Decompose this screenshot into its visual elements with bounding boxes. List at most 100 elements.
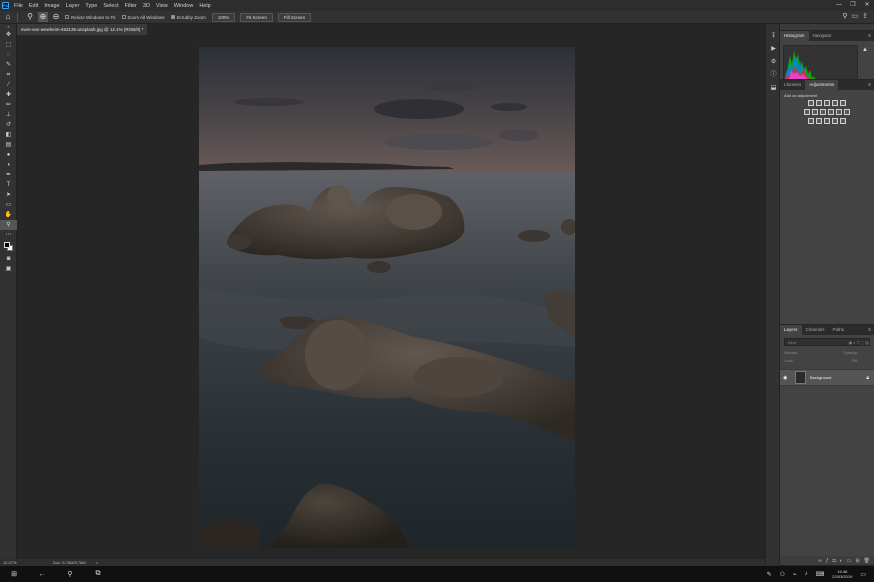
quick-select-tool-icon[interactable]: ✎ bbox=[0, 60, 17, 70]
clock[interactable]: 15:48 22/03/2019 bbox=[832, 569, 852, 579]
blur-tool-icon[interactable]: ● bbox=[0, 150, 17, 160]
tab-layers[interactable]: Layers bbox=[780, 325, 802, 335]
crop-tool-icon[interactable]: ⌗ bbox=[0, 70, 17, 80]
eraser-tool-icon[interactable]: ◧ bbox=[0, 130, 17, 140]
hue-saturation-icon[interactable] bbox=[804, 109, 810, 115]
add-mask-icon[interactable]: ◘ bbox=[833, 558, 836, 564]
blend-mode-select[interactable]: Normal bbox=[784, 349, 797, 357]
new-group-icon[interactable]: ▭ bbox=[847, 558, 852, 564]
fx-icon[interactable]: ƒ bbox=[826, 558, 829, 564]
delete-layer-icon[interactable]: 🗑︎ bbox=[864, 558, 870, 564]
search-icon[interactable]: ⚲ bbox=[842, 12, 847, 20]
menu-layer[interactable]: Layer bbox=[63, 3, 83, 9]
zoom-all-windows-checkbox[interactable]: Zoom All Windows bbox=[121, 15, 165, 20]
link-layers-icon[interactable]: ∞ bbox=[818, 558, 822, 564]
dodge-tool-icon[interactable]: ◖ bbox=[0, 160, 17, 170]
path-selection-tool-icon[interactable]: ➤ bbox=[0, 190, 17, 200]
screen-mode-icon[interactable]: ▣ bbox=[0, 264, 17, 274]
people-icon[interactable]: ⚇ bbox=[780, 571, 785, 578]
start-icon[interactable]: ⊞ bbox=[0, 570, 28, 578]
tab-adjustments[interactable]: Adjustments bbox=[805, 80, 839, 90]
menu-type[interactable]: Type bbox=[82, 3, 100, 9]
new-layer-icon[interactable]: ⊞ bbox=[855, 558, 859, 564]
properties-icon[interactable]: ⚙ bbox=[766, 56, 781, 69]
zoom-level[interactable]: 12.27% bbox=[3, 560, 33, 565]
menu-filter[interactable]: Filter bbox=[122, 3, 140, 9]
notifications-icon[interactable]: ▭ bbox=[860, 571, 866, 578]
network-icon[interactable]: ⌁ bbox=[793, 571, 797, 578]
fit-screen-button[interactable]: Fit Screen bbox=[240, 12, 273, 22]
color-balance-icon[interactable] bbox=[812, 109, 818, 115]
menu-help[interactable]: Help bbox=[196, 3, 213, 9]
resize-windows-checkbox[interactable]: Resize Windows to Fit bbox=[65, 15, 116, 20]
menu-window[interactable]: Window bbox=[171, 3, 197, 9]
exposure-icon[interactable] bbox=[832, 100, 838, 106]
curves-icon[interactable] bbox=[824, 100, 830, 106]
vibrance-icon[interactable] bbox=[840, 100, 846, 106]
brush-tool-icon[interactable]: ✏ bbox=[0, 100, 17, 110]
keyboard-icon[interactable]: ⌨ bbox=[816, 571, 825, 578]
history-icon[interactable]: ↧ bbox=[766, 30, 781, 43]
menu-image[interactable]: Image bbox=[41, 3, 62, 9]
lasso-tool-icon[interactable]: ◌ bbox=[0, 50, 17, 60]
menu-view[interactable]: View bbox=[153, 3, 171, 9]
workspace-icon[interactable]: ▭ bbox=[852, 12, 859, 20]
panel-menu-icon[interactable]: ≡ bbox=[868, 80, 871, 90]
new-adjustment-icon[interactable]: ◐ bbox=[840, 558, 843, 564]
pen-tool-icon[interactable]: ✒ bbox=[0, 170, 17, 180]
lock-icon[interactable]: 🔒︎ bbox=[866, 375, 869, 381]
glyphs-icon[interactable]: ⬓ bbox=[766, 82, 781, 95]
foreground-color-swatch[interactable] bbox=[4, 242, 10, 248]
shape-tool-icon[interactable]: ▭ bbox=[0, 200, 17, 210]
brightness-contrast-icon[interactable] bbox=[808, 100, 814, 106]
history-brush-tool-icon[interactable]: ↺ bbox=[0, 120, 17, 130]
menu-3d[interactable]: 3D bbox=[140, 3, 153, 9]
search-icon[interactable]: ⚲ bbox=[56, 570, 84, 578]
photo-filter-icon[interactable] bbox=[828, 109, 834, 115]
menu-select[interactable]: Select bbox=[100, 3, 121, 9]
channel-mixer-icon[interactable] bbox=[836, 109, 842, 115]
fill-screen-button[interactable]: Fill Screen bbox=[277, 12, 312, 22]
color-swatches[interactable] bbox=[0, 240, 17, 254]
move-tool-icon[interactable]: ✥ bbox=[0, 30, 17, 40]
gradient-map-icon[interactable] bbox=[832, 118, 838, 124]
layer-filter[interactable]: Kind ▣ ◐ T ⬚ ▤ bbox=[784, 338, 870, 346]
posterize-icon[interactable] bbox=[816, 118, 822, 124]
threshold-icon[interactable] bbox=[824, 118, 830, 124]
document-tab[interactable]: sven-van-wewheim-453135-unsplash.jpg @ 1… bbox=[17, 24, 148, 35]
photoshop-logo-icon[interactable]: Ps bbox=[0, 0, 11, 11]
marquee-tool-icon[interactable]: ⬚ bbox=[0, 40, 17, 50]
tab-navigator[interactable]: Navigator bbox=[809, 31, 836, 41]
zoom-out-icon[interactable]: ⊖ bbox=[51, 12, 61, 22]
black-white-icon[interactable] bbox=[820, 109, 826, 115]
volume-icon[interactable]: ♪ bbox=[805, 571, 808, 577]
healing-brush-tool-icon[interactable]: ✚ bbox=[0, 90, 17, 100]
panel-menu-icon[interactable]: ≡ bbox=[868, 325, 871, 335]
status-menu-arrow[interactable]: > bbox=[96, 560, 98, 565]
type-tool-icon[interactable]: T bbox=[0, 180, 17, 190]
selective-color-icon[interactable] bbox=[840, 118, 846, 124]
task-view-icon[interactable]: ⧉ bbox=[84, 570, 112, 578]
more-tools-icon[interactable]: ⋯ bbox=[0, 230, 17, 240]
menu-edit[interactable]: Edit bbox=[26, 3, 41, 9]
close-button[interactable]: ✕ bbox=[860, 0, 874, 11]
scrubby-zoom-checkbox[interactable]: Scrubby Zoom bbox=[170, 15, 206, 20]
zoom-tool-preset-icon[interactable]: ⚲ bbox=[25, 12, 35, 22]
invert-icon[interactable] bbox=[808, 118, 814, 124]
eyedropper-tool-icon[interactable]: ⁄ bbox=[0, 80, 17, 90]
document-image[interactable] bbox=[199, 47, 575, 548]
home-icon[interactable]: ⌂ bbox=[3, 12, 13, 22]
levels-icon[interactable] bbox=[816, 100, 822, 106]
hand-tool-icon[interactable]: ✋ bbox=[0, 210, 17, 220]
panel-menu-icon[interactable]: ≡ bbox=[868, 31, 871, 41]
zoom-tool-icon[interactable]: ⚲ bbox=[0, 220, 17, 230]
minimize-button[interactable]: — bbox=[832, 0, 846, 11]
restore-button[interactable]: ❐ bbox=[846, 0, 860, 11]
color-lookup-icon[interactable] bbox=[844, 109, 850, 115]
warning-icon[interactable]: ▲ bbox=[862, 47, 868, 53]
tab-paths[interactable]: Paths bbox=[829, 325, 849, 335]
back-icon[interactable]: ← bbox=[28, 571, 56, 578]
info-icon[interactable]: ⓘ bbox=[766, 69, 781, 82]
gradient-tool-icon[interactable]: ▤ bbox=[0, 140, 17, 150]
tab-histogram[interactable]: Histogram bbox=[780, 31, 809, 41]
